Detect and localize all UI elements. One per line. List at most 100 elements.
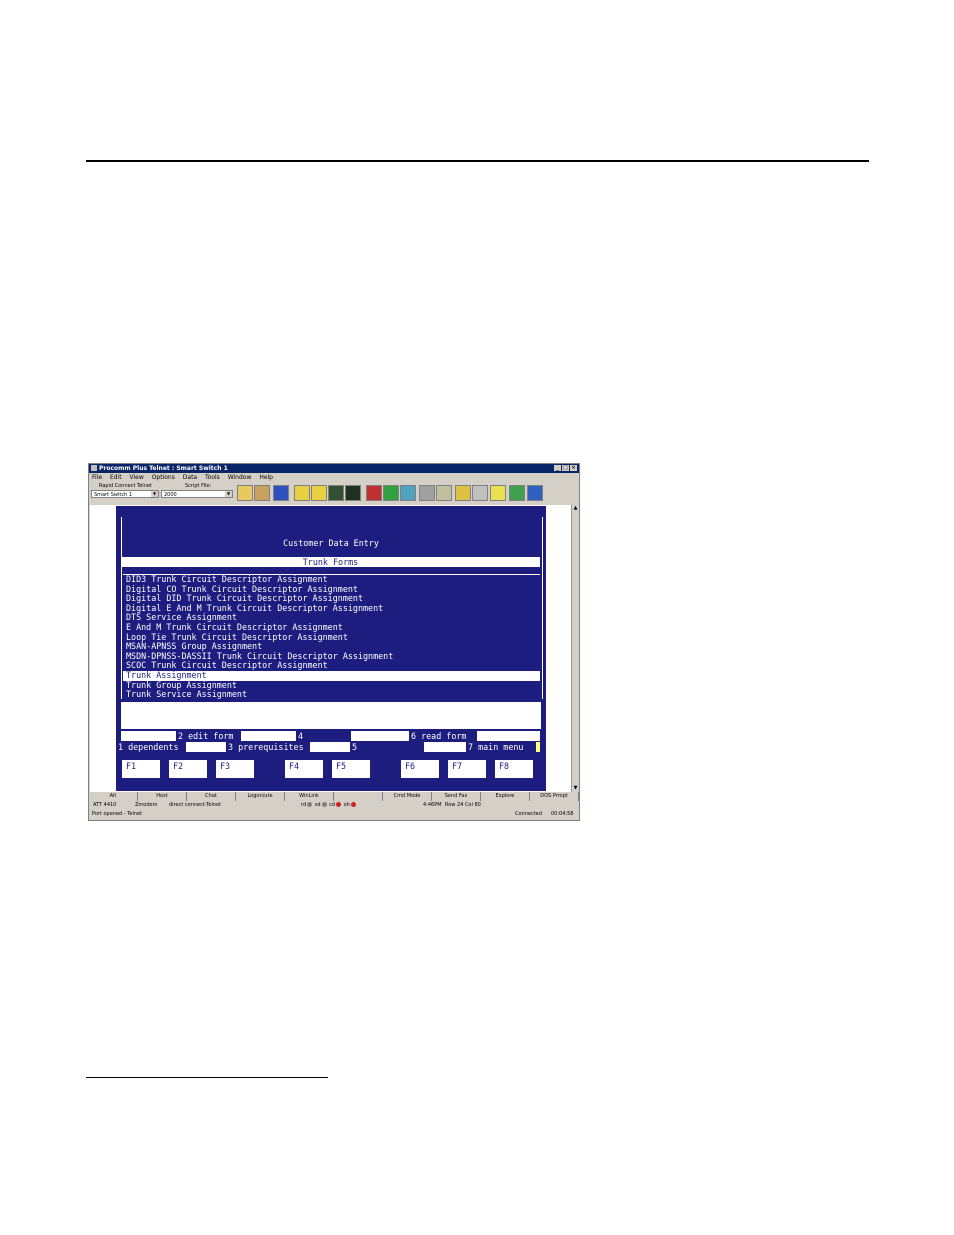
rapid-connect-select[interactable]: Smart Switch 1 ▼: [91, 490, 159, 498]
script-file-select[interactable]: 2000 ▼: [161, 490, 233, 498]
softkey-edit-form[interactable]: 2 edit form: [176, 731, 236, 741]
rapid-connect-label: Rapid Connect Telnet: [99, 483, 152, 489]
terminal-screen[interactable]: Customer Data Entry Trunk Forms DID3 Tru…: [116, 506, 546, 791]
led-sd-label: sd: [314, 802, 321, 808]
connected-status: Connected: [515, 811, 542, 817]
led-rd-label: rd: [301, 802, 307, 808]
section-title: Trunk Forms: [121, 557, 540, 567]
connection-timer: 00:04:58: [551, 811, 574, 817]
softkey-5[interactable]: 5: [350, 742, 424, 752]
chat-button[interactable]: Chat: [187, 792, 236, 801]
calendar-icon[interactable]: [273, 485, 289, 501]
help-icon[interactable]: [527, 485, 543, 501]
message-area: [121, 702, 541, 729]
printer-log-icon[interactable]: [345, 485, 361, 501]
lightning-icon[interactable]: [237, 485, 253, 501]
folder-up-icon[interactable]: [294, 485, 310, 501]
menu-file[interactable]: File: [92, 474, 102, 481]
chevron-down-icon[interactable]: ▼: [151, 491, 158, 497]
softkey-blank: [424, 742, 466, 752]
clear-screen-icon[interactable]: [436, 485, 452, 501]
dos-prompt-button[interactable]: DOS Prmpt: [530, 792, 579, 801]
setup-icon[interactable]: [509, 485, 525, 501]
title-bar[interactable]: Procomm Plus Telnet : Smart Switch 1 _ □…: [89, 464, 579, 473]
status-message: Port opened - Telnet: [92, 811, 143, 817]
menu-tools[interactable]: Tools: [205, 474, 220, 481]
emulation-status[interactable]: ATT 4410: [93, 801, 116, 810]
softkey-main-menu[interactable]: 7 main menu: [466, 742, 536, 752]
softkey-dependents[interactable]: 1 dependents: [116, 742, 186, 752]
pen-icon[interactable]: [472, 485, 488, 501]
f7-button[interactable]: F7: [447, 759, 487, 779]
connection-status[interactable]: direct connect-Telnet: [169, 801, 221, 810]
script-file-label: Script File:: [185, 483, 212, 489]
capture-icon[interactable]: [328, 485, 344, 501]
print-icon[interactable]: [419, 485, 435, 501]
softkey-blank: [121, 731, 176, 741]
f6-button[interactable]: F6: [400, 759, 440, 779]
f5-button[interactable]: F5: [331, 759, 371, 779]
f8-button[interactable]: F8: [494, 759, 534, 779]
led-cd-label: cd: [329, 802, 336, 808]
softkey-blank: [310, 742, 350, 752]
action-bar: Alt Host Chat Logon/ute WinLink Cmd Mode…: [89, 792, 579, 801]
blank-button[interactable]: [334, 792, 383, 801]
softkey-4[interactable]: 4: [296, 731, 355, 741]
trunk-form-list: DID3 Trunk Circuit Descriptor Assignment…: [123, 574, 540, 700]
cmd-mode-button[interactable]: Cmd Mode: [383, 792, 432, 801]
led-rd-icon: [307, 802, 313, 807]
notes-icon[interactable]: [490, 485, 506, 501]
list-item[interactable]: Trunk Service Assignment: [123, 690, 540, 700]
close-button[interactable]: ×: [570, 465, 577, 471]
screen-header: Customer Data Entry: [283, 538, 379, 548]
hangup-icon[interactable]: [366, 485, 382, 501]
minimize-button[interactable]: _: [554, 465, 561, 471]
menu-help[interactable]: Help: [259, 474, 273, 481]
f2-button[interactable]: F2: [168, 759, 208, 779]
led-cd-icon: [336, 802, 342, 807]
status-bar-1: ATT 4410 Zmodem direct connect-Telnet rd…: [89, 801, 579, 810]
softkey-prerequisites[interactable]: 3 prerequisites: [226, 742, 310, 752]
send-fax-button[interactable]: Send Fax: [432, 792, 481, 801]
chevron-down-icon[interactable]: ▼: [225, 491, 232, 497]
menu-bar: File Edit View Options Data Tools Window…: [89, 474, 579, 482]
terminal-client-area: Customer Data Entry Trunk Forms DID3 Tru…: [90, 505, 571, 792]
wrench-icon[interactable]: [400, 485, 416, 501]
transfer-protocol-status[interactable]: Zmodem: [135, 801, 157, 810]
softkey-blank: [477, 731, 540, 741]
f3-button[interactable]: F3: [215, 759, 255, 779]
window-title: Procomm Plus Telnet : Smart Switch 1: [99, 465, 228, 472]
scroll-up-icon[interactable]: ▲: [572, 505, 579, 512]
clock: 4:46PM: [423, 802, 442, 808]
phonebook-icon[interactable]: [254, 485, 270, 501]
f4-button[interactable]: F4: [284, 759, 324, 779]
led-sd-icon: [321, 802, 327, 807]
cursor-position: Row 24 Col 80: [445, 802, 481, 808]
vertical-scrollbar[interactable]: ▲ ▼: [571, 505, 579, 792]
procomm-window: Procomm Plus Telnet : Smart Switch 1 _ □…: [88, 463, 580, 821]
softkey-blank: [241, 731, 296, 741]
host-button[interactable]: Host: [138, 792, 187, 801]
softkey-blank: [186, 742, 226, 752]
led-oh-label: oh: [343, 802, 350, 808]
monitor-icon[interactable]: [383, 485, 399, 501]
softkey-read-form[interactable]: 6 read form: [409, 731, 477, 741]
menu-view[interactable]: View: [130, 474, 144, 481]
script-tools-icon[interactable]: [455, 485, 471, 501]
modem-leds: rd sd cd oh: [301, 801, 357, 810]
logon-button[interactable]: Logon/ute: [236, 792, 285, 801]
menu-options[interactable]: Options: [152, 474, 175, 481]
menu-window[interactable]: Window: [228, 474, 252, 481]
explore-button[interactable]: Explore: [481, 792, 530, 801]
menu-edit[interactable]: Edit: [110, 474, 122, 481]
cursor: [536, 742, 540, 752]
folder-down-icon[interactable]: [311, 485, 327, 501]
scroll-down-icon[interactable]: ▼: [572, 785, 579, 792]
menu-data[interactable]: Data: [183, 474, 197, 481]
rapid-connect-value: Smart Switch 1: [94, 492, 133, 498]
softkey-blank: [351, 731, 409, 741]
winlink-button[interactable]: WinLink: [285, 792, 334, 801]
alt-button[interactable]: Alt: [89, 792, 138, 801]
f1-button[interactable]: F1: [121, 759, 161, 779]
maximize-button[interactable]: □: [562, 465, 569, 471]
